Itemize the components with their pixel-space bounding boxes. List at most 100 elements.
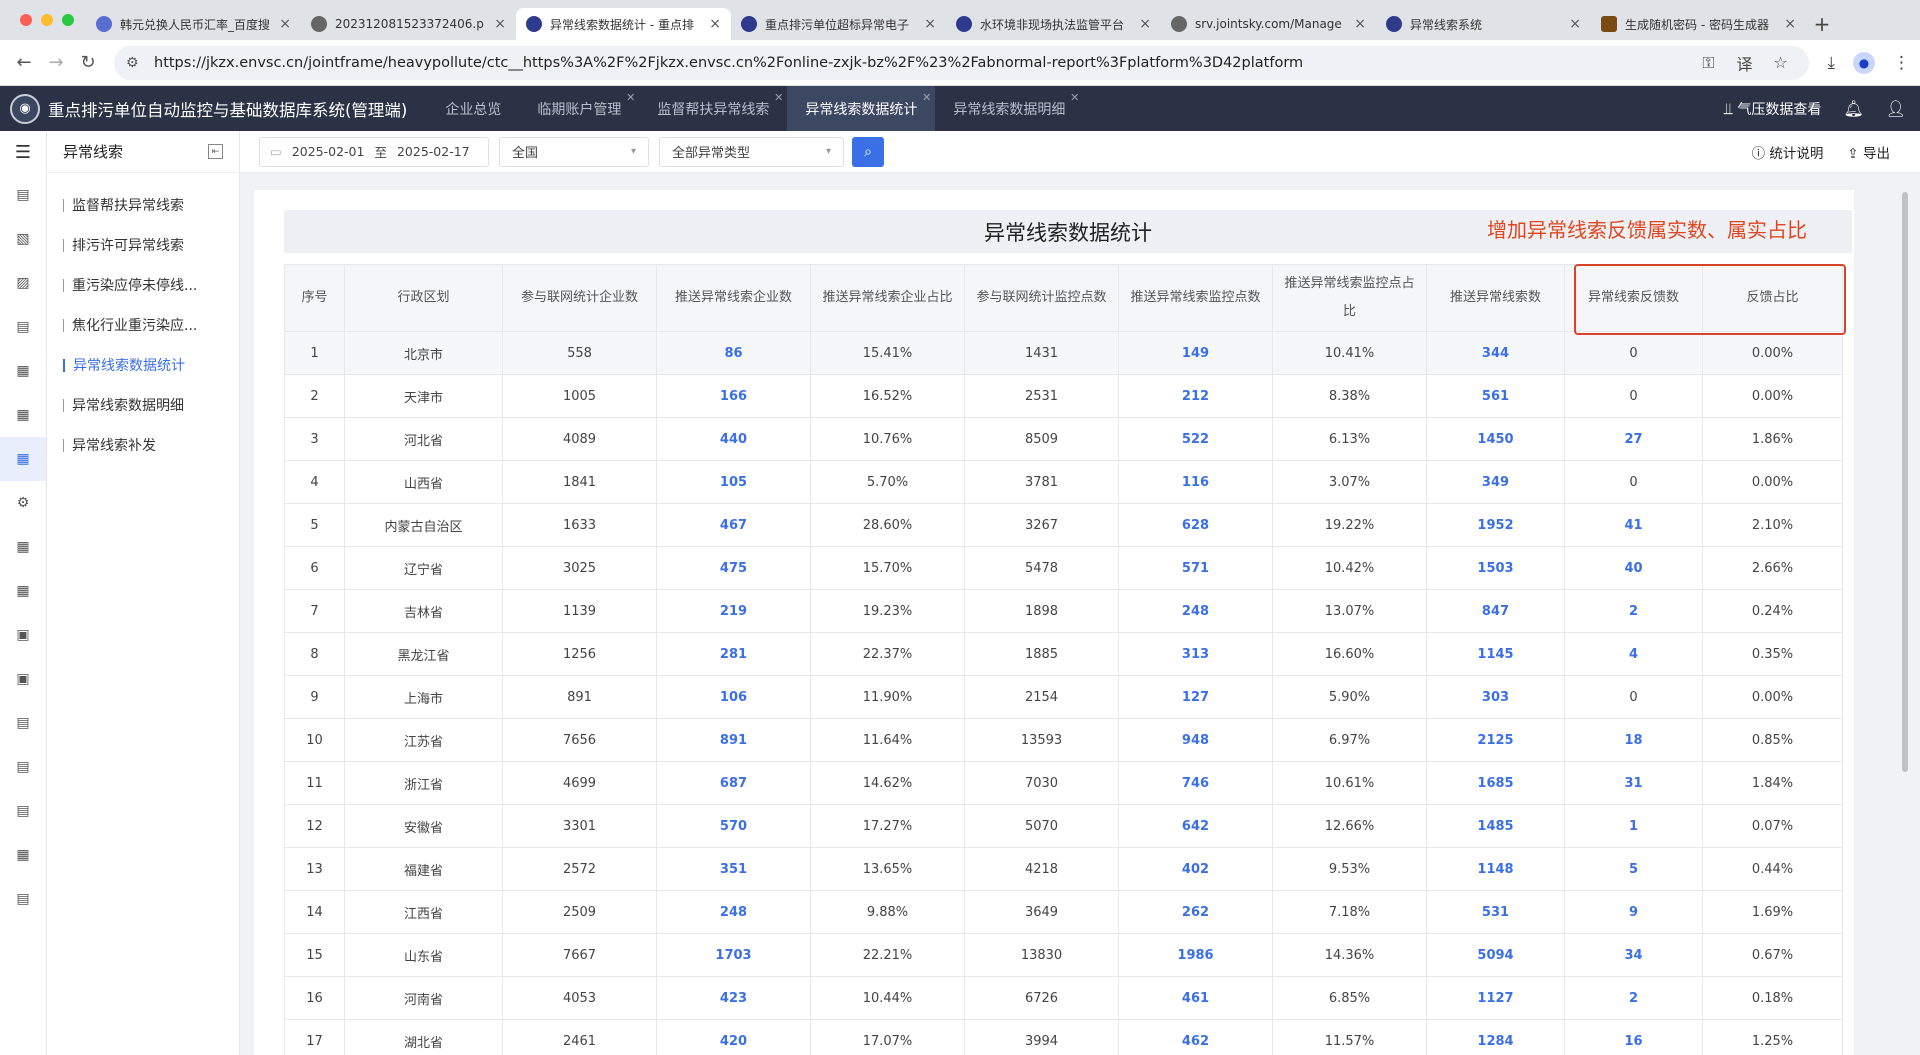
table-cell-link[interactable]: 891 <box>656 718 811 762</box>
table-cell-link[interactable]: 1284 <box>1426 1019 1565 1055</box>
table-cell-link[interactable]: 1127 <box>1426 976 1565 1020</box>
close-tab-icon[interactable]: ✕ <box>626 91 635 104</box>
browser-tab[interactable]: 韩元兑换人民币汇率_百度搜 × <box>86 8 301 40</box>
table-cell-link[interactable]: 212 <box>1118 374 1273 418</box>
table-cell-link[interactable]: 423 <box>656 976 811 1020</box>
search-doc-icon-3[interactable]: ▦ <box>0 525 46 569</box>
browser-menu-icon[interactable]: ⋮ <box>1893 53 1910 73</box>
table-cell-link[interactable]: 34 <box>1564 933 1703 977</box>
chart-icon[interactable]: ▤ <box>0 173 46 217</box>
bar-chart-icon-2[interactable]: ▤ <box>0 701 46 745</box>
table-cell-link[interactable]: 149 <box>1118 331 1273 375</box>
bar-chart-icon[interactable]: ▤ <box>0 305 46 349</box>
table-cell-link[interactable]: 948 <box>1118 718 1273 762</box>
bar-chart-icon-5[interactable]: ▤ <box>0 877 46 921</box>
subnav-item[interactable]: 异常线索数据明细 <box>47 385 239 425</box>
table-cell-link[interactable]: 2 <box>1564 589 1703 633</box>
table-cell-link[interactable]: 344 <box>1426 331 1565 375</box>
table-cell-link[interactable]: 116 <box>1118 460 1273 504</box>
table-cell-link[interactable]: 1703 <box>656 933 811 977</box>
table-cell-link[interactable]: 1148 <box>1426 847 1565 891</box>
browser-tab[interactable]: 生成随机密码 - 密码生成器 × <box>1591 8 1806 40</box>
table-cell-link[interactable]: 106 <box>656 675 811 719</box>
close-tab-icon[interactable]: ✕ <box>774 91 783 104</box>
table-cell-link[interactable]: 105 <box>656 460 811 504</box>
reload-button[interactable]: ↻ <box>74 49 102 77</box>
table-cell-link[interactable]: 281 <box>656 632 811 676</box>
bar-chart-icon-3[interactable]: ▤ <box>0 745 46 789</box>
table-cell-link[interactable]: 4 <box>1564 632 1703 676</box>
table-cell-link[interactable]: 248 <box>656 890 811 934</box>
table-cell-link[interactable]: 166 <box>656 374 811 418</box>
image-doc-icon[interactable]: ▣ <box>0 613 46 657</box>
maximize-window-button[interactable] <box>62 14 74 26</box>
region-select[interactable]: 全国 ▾ <box>499 136 649 167</box>
password-key-icon[interactable]: ⚿ <box>1697 53 1719 73</box>
table-cell-link[interactable]: 9 <box>1564 890 1703 934</box>
table-cell-link[interactable]: 313 <box>1118 632 1273 676</box>
table-cell-link[interactable]: 628 <box>1118 503 1273 547</box>
table-cell-link[interactable]: 440 <box>656 417 811 461</box>
tab-close-icon[interactable]: × <box>1569 16 1581 32</box>
site-info-icon[interactable]: ⚙ <box>126 55 144 71</box>
subnav-item[interactable]: 异常线索数据统计 <box>47 345 239 385</box>
app-tab[interactable]: 异常线索数据统计 ✕ <box>787 86 936 131</box>
browser-tab[interactable]: 异常线索系统 × <box>1376 8 1591 40</box>
browser-tab[interactable]: 202312081523372406.p × <box>301 8 516 40</box>
table-cell-link[interactable]: 420 <box>656 1019 811 1055</box>
table-cell-link[interactable]: 349 <box>1426 460 1565 504</box>
translate-icon[interactable]: 译 <box>1733 51 1755 75</box>
forward-button[interactable]: → <box>42 49 70 77</box>
bookmark-star-icon[interactable]: ☆ <box>1769 53 1791 72</box>
table-cell-link[interactable]: 351 <box>656 847 811 891</box>
table-cell-link[interactable]: 41 <box>1564 503 1703 547</box>
minimize-window-button[interactable] <box>41 14 53 26</box>
table-cell-link[interactable]: 1685 <box>1426 761 1565 805</box>
table-cell-link[interactable]: 570 <box>656 804 811 848</box>
table-cell-link[interactable]: 531 <box>1426 890 1565 934</box>
notification-bell-icon[interactable]: 🔔︎ <box>1843 99 1863 118</box>
table-cell-link[interactable]: 467 <box>656 503 811 547</box>
browser-tab[interactable]: srv.jointsky.com/Manage × <box>1161 8 1376 40</box>
app-tab[interactable]: 异常线索数据明细 ✕ <box>935 86 1083 131</box>
gear-icon[interactable]: ⚙ <box>0 481 46 525</box>
calendar-doc-icon[interactable]: ▣ <box>0 657 46 701</box>
abnormal-clue-icon[interactable]: ▦ <box>0 437 46 481</box>
table-cell-link[interactable]: 1 <box>1564 804 1703 848</box>
table-cell-link[interactable]: 5 <box>1564 847 1703 891</box>
table-cell-link[interactable]: 561 <box>1426 374 1565 418</box>
bar-chart-icon-4[interactable]: ▤ <box>0 789 46 833</box>
search-doc-icon-4[interactable]: ▦ <box>0 569 46 613</box>
user-icon[interactable]: 👤︎ <box>1886 99 1906 118</box>
table-cell-link[interactable]: 746 <box>1118 761 1273 805</box>
table-cell-link[interactable]: 642 <box>1118 804 1273 848</box>
subnav-item[interactable]: 排污许可异常线索 <box>47 225 239 265</box>
table-cell-link[interactable]: 2125 <box>1426 718 1565 762</box>
table-cell-link[interactable]: 462 <box>1118 1019 1273 1055</box>
export-button[interactable]: ⇪ 导出 <box>1847 142 1890 162</box>
app-tab[interactable]: 监督帮扶异常线索 ✕ <box>639 86 787 131</box>
table-cell-link[interactable]: 303 <box>1426 675 1565 719</box>
table-cell-link[interactable]: 1986 <box>1118 933 1273 977</box>
table-cell-link[interactable]: 127 <box>1118 675 1273 719</box>
browser-tab[interactable]: 重点排污单位超标异常电子 × <box>731 8 946 40</box>
table-cell-link[interactable]: 1145 <box>1426 632 1565 676</box>
close-tab-icon[interactable]: ✕ <box>922 91 931 104</box>
date-range-picker[interactable]: ▭ 2025-02-01 至 2025-02-17 <box>259 136 489 167</box>
app-tab[interactable]: 临期账户管理 ✕ <box>519 86 639 131</box>
browser-tab[interactable]: 水环境非现场执法监管平台 × <box>946 8 1161 40</box>
table-cell-link[interactable]: 27 <box>1564 417 1703 461</box>
search-doc-icon[interactable]: ▦ <box>0 349 46 393</box>
search-doc-icon-5[interactable]: ▦ <box>0 833 46 877</box>
tab-close-icon[interactable]: × <box>1139 16 1151 32</box>
search-doc-icon-2[interactable]: ▦ <box>0 393 46 437</box>
tab-close-icon[interactable]: × <box>279 16 291 32</box>
new-tab-button[interactable]: + <box>1806 8 1838 40</box>
tab-close-icon[interactable]: × <box>1354 16 1366 32</box>
table-cell-link[interactable]: 1503 <box>1426 546 1565 590</box>
url-input[interactable]: ⚙ https://jkzx.envsc.cn/jointframe/heavy… <box>114 45 1810 80</box>
profile-avatar[interactable]: ● <box>1853 51 1875 74</box>
menu-toggle-icon[interactable]: ☰ <box>0 131 46 173</box>
app-tab[interactable]: 企业总览 <box>427 86 519 131</box>
table-cell-link[interactable]: 18 <box>1564 718 1703 762</box>
